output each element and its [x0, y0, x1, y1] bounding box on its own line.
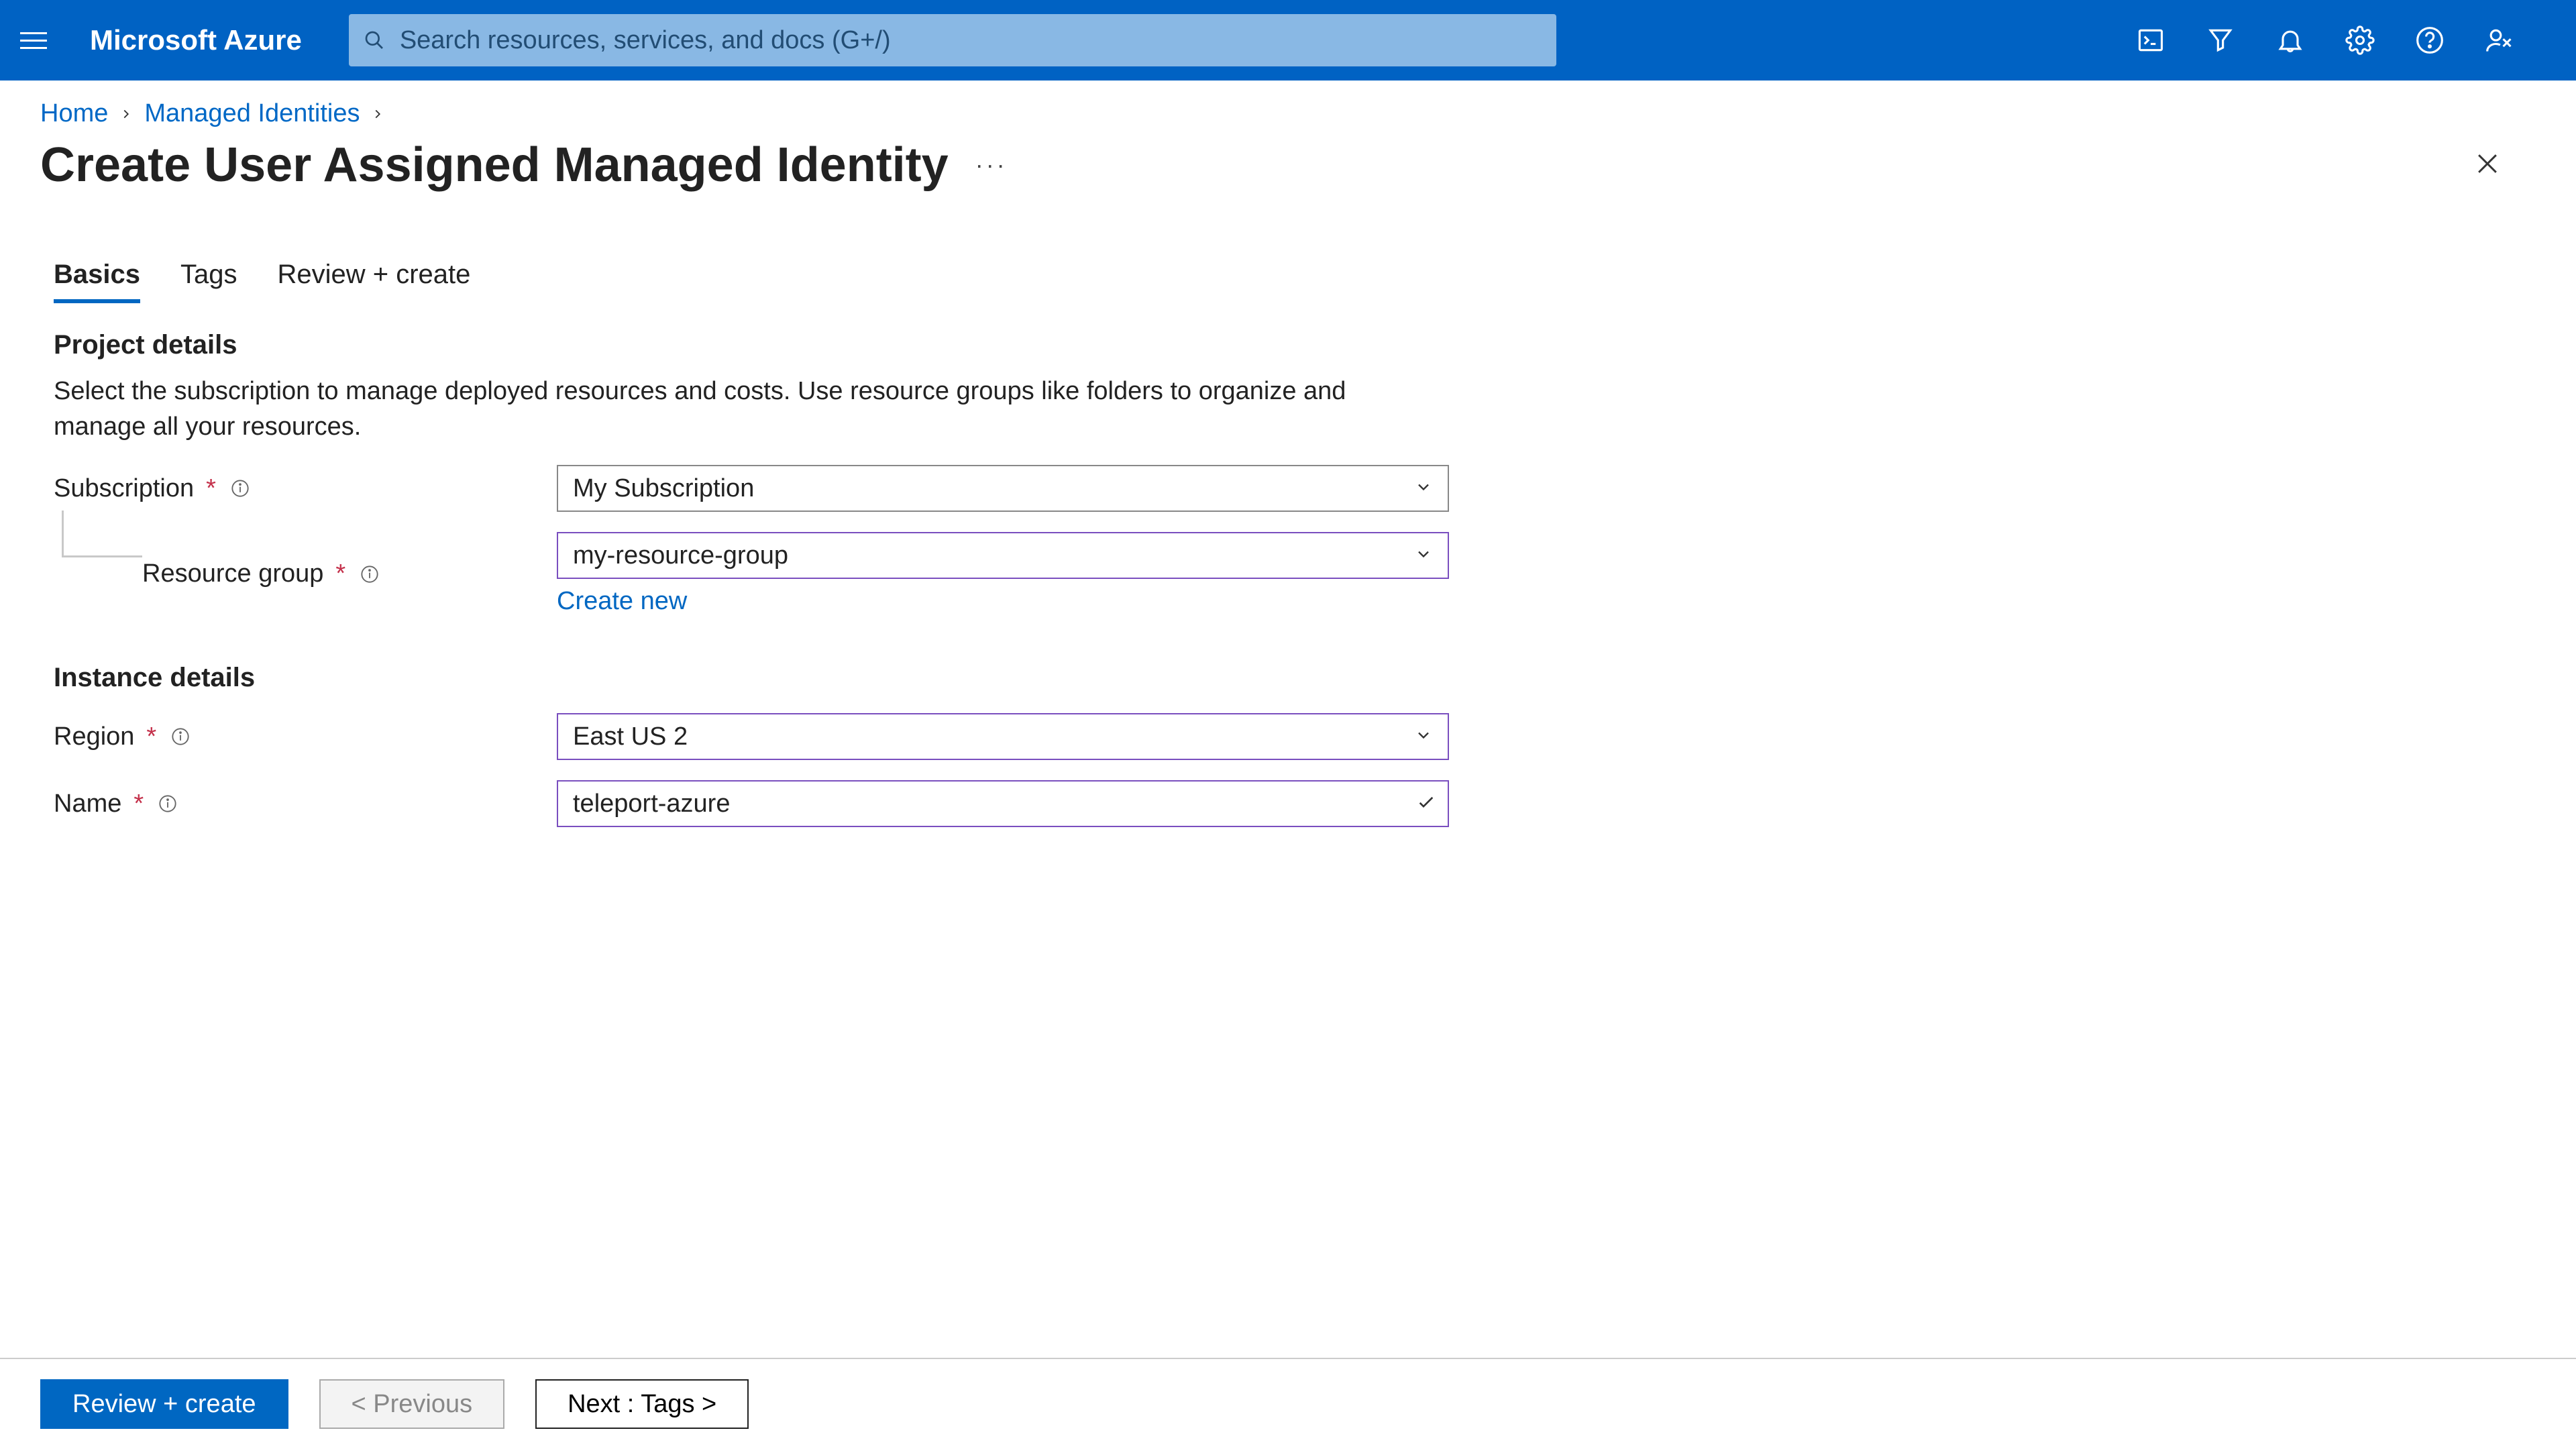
required-marker: * [146, 722, 156, 751]
label-resource-group: Resource group [142, 559, 323, 588]
validation-check-icon [1415, 792, 1437, 816]
directory-filter-icon[interactable] [2204, 24, 2237, 56]
azure-topbar: Microsoft Azure [0, 0, 2576, 80]
tab-review-create[interactable]: Review + create [277, 260, 470, 303]
review-create-button[interactable]: Review + create [40, 1379, 288, 1429]
required-marker: * [133, 790, 144, 818]
chevron-right-icon [370, 107, 385, 121]
tab-tags[interactable]: Tags [180, 260, 237, 303]
cloud-shell-icon[interactable] [2135, 24, 2167, 56]
name-input[interactable] [557, 780, 1449, 827]
next-tags-button[interactable]: Next : Tags > [535, 1379, 749, 1429]
search-icon [364, 30, 385, 51]
required-marker: * [206, 474, 216, 503]
row-subscription: Subscription * My Subscription [54, 465, 2522, 512]
row-name: Name * [54, 780, 2522, 827]
region-value: East US 2 [573, 722, 688, 751]
topbar-actions [2135, 24, 2556, 56]
indent-connector [62, 511, 142, 557]
previous-button: < Previous [319, 1379, 505, 1429]
instance-details-heading: Instance details [54, 663, 2522, 693]
create-new-resource-group-link[interactable]: Create new [557, 587, 687, 616]
page-title: Create User Assigned Managed Identity [40, 138, 949, 193]
breadcrumb: Home Managed Identities [0, 80, 2576, 128]
label-region: Region [54, 722, 134, 751]
breadcrumb-home[interactable]: Home [40, 99, 108, 128]
info-icon[interactable] [158, 794, 177, 813]
section-instance-details: Instance details Region * East US 2 Name… [0, 616, 2576, 827]
resource-group-value: my-resource-group [573, 541, 788, 570]
label-subscription: Subscription [54, 474, 194, 503]
wizard-footer: Review + create < Previous Next : Tags > [0, 1358, 2576, 1449]
info-icon[interactable] [231, 479, 250, 498]
row-region: Region * East US 2 [54, 713, 2522, 760]
chevron-down-icon [1414, 474, 1433, 503]
page-title-row: Create User Assigned Managed Identity ··… [0, 128, 2576, 193]
chevron-right-icon [119, 107, 133, 121]
resource-group-select[interactable]: my-resource-group [557, 532, 1449, 579]
settings-gear-icon[interactable] [2344, 24, 2376, 56]
help-icon[interactable] [2414, 24, 2446, 56]
section-project-details: Project details Select the subscription … [0, 303, 2576, 616]
project-details-heading: Project details [54, 330, 2522, 360]
label-name: Name [54, 790, 121, 818]
subscription-value: My Subscription [573, 474, 754, 503]
global-search[interactable] [349, 14, 1556, 66]
form-tabs: Basics Tags Review + create [0, 193, 2576, 303]
breadcrumb-managed-identities[interactable]: Managed Identities [144, 99, 360, 128]
notifications-icon[interactable] [2274, 24, 2306, 56]
search-input[interactable] [400, 26, 1542, 55]
hamburger-menu-icon[interactable] [20, 25, 50, 55]
row-resource-group: Resource group * my-resource-group Creat… [54, 532, 2522, 616]
chevron-down-icon [1414, 541, 1433, 570]
required-marker: * [335, 559, 345, 588]
project-details-description: Select the subscription to manage deploy… [54, 374, 1409, 445]
tab-basics[interactable]: Basics [54, 260, 140, 303]
more-actions-icon[interactable]: ··· [975, 151, 1008, 179]
region-select[interactable]: East US 2 [557, 713, 1449, 760]
chevron-down-icon [1414, 722, 1433, 751]
brand-label[interactable]: Microsoft Azure [90, 24, 302, 56]
info-icon[interactable] [171, 727, 190, 746]
info-icon[interactable] [360, 565, 379, 584]
feedback-icon[interactable] [2483, 24, 2516, 56]
close-blade-button[interactable] [2473, 149, 2502, 182]
subscription-select[interactable]: My Subscription [557, 465, 1449, 512]
